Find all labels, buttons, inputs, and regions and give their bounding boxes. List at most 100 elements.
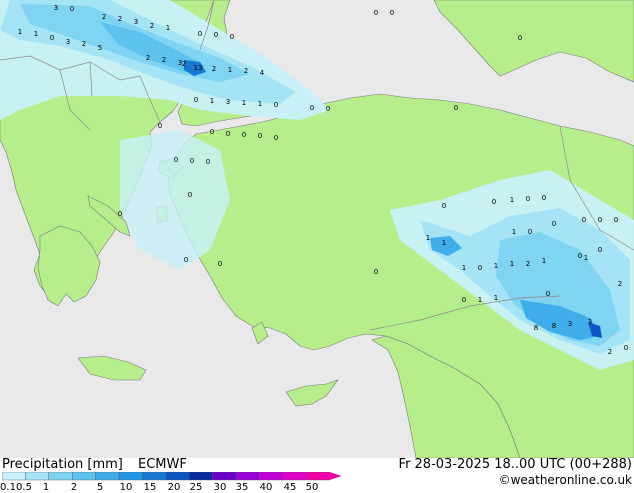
map-value: 0 (198, 30, 202, 38)
map-value: 1 (584, 254, 588, 262)
legend-tick: 20 (167, 482, 181, 493)
map-value: 0 (206, 158, 210, 166)
map-value: 2 (82, 40, 86, 48)
map-value: 1 (494, 294, 498, 302)
map-value: 0 (518, 34, 522, 42)
legend-tick: 1 (42, 482, 50, 493)
map-value: 8 (534, 324, 538, 332)
map-value: 0 (274, 101, 278, 109)
credit: ©weatheronline.co.uk (498, 473, 632, 487)
map-value: 2 (102, 13, 106, 21)
map-value: 0 (218, 260, 222, 268)
map-value: 0 (210, 128, 214, 136)
map-value: 0 (598, 246, 602, 254)
map-value: 0 (390, 9, 394, 17)
map-value: 3 (568, 320, 572, 328)
map-value: 1 (494, 262, 498, 270)
map-value: 1 (478, 296, 482, 304)
map-value: 1 (510, 196, 514, 204)
map-value: 0 (462, 296, 466, 304)
map-value: 0 (546, 290, 550, 298)
map-value: 2 (162, 56, 166, 64)
map-value: 0 (214, 31, 218, 39)
map-value: 4 (260, 69, 265, 77)
map-value: 0 (326, 105, 330, 113)
legend-tick: 30 (213, 482, 227, 493)
map-value: 0 (374, 9, 378, 17)
legend-tick: 50 (305, 482, 319, 493)
valid-time: Fr 28-03-2025 18..00 UTC (00+288) (398, 457, 632, 472)
map-value: 1 (510, 260, 514, 268)
map-value: 2 (182, 60, 186, 68)
legend-tick: 5 (96, 482, 104, 493)
map-value: 0 (578, 252, 582, 260)
map-value: 0 (230, 33, 234, 41)
map-value: 0 (190, 157, 194, 165)
legend-tick-labels: 0.1 0.5 1 2 5 10 15 20 25 30 35 40 45 50 (0, 458, 342, 493)
map-value: 1 (442, 239, 446, 247)
legend-tick: 40 (259, 482, 273, 493)
map-value: 2 (618, 280, 622, 288)
map-value: 0 (374, 268, 378, 276)
map-value: 0 (552, 220, 556, 228)
map-value: 0 (582, 216, 586, 224)
map-value: 0 (274, 134, 278, 142)
map-value: 0 (526, 195, 530, 203)
map-value: 8 (552, 322, 556, 330)
map-value: 2 (526, 260, 530, 268)
legend-tick: 15 (143, 482, 157, 493)
map-value: 3 (54, 4, 58, 12)
map-value: 1 (462, 264, 466, 272)
map-value: 3 (588, 318, 592, 326)
map-value: 13 (194, 64, 203, 72)
map-value: 0 (598, 216, 602, 224)
legend-tick: 45 (283, 482, 297, 493)
map-value: 0 (70, 5, 74, 13)
map-value: 0 (258, 132, 262, 140)
map-value: 5 (98, 44, 102, 52)
map-value: 1 (210, 97, 214, 105)
map-value: 2 (118, 15, 122, 23)
map-value: 0 (184, 256, 188, 264)
map-value: 0 (478, 264, 482, 272)
legend-tick: 25 (189, 482, 203, 493)
legend-tick: 0.1 (0, 482, 16, 493)
map-value: 2 (212, 65, 216, 73)
map-value: 3 (134, 18, 138, 26)
map-value: 0 (118, 210, 122, 218)
map-value: 0 (310, 104, 314, 112)
map-value: 0 (542, 194, 546, 202)
map-value: 0 (50, 34, 54, 42)
map-value: 1 (426, 234, 430, 242)
map-value: 0 (454, 104, 458, 112)
map-value: 1 (242, 99, 246, 107)
map-value: 0 (614, 216, 618, 224)
map-value: 0 (194, 96, 198, 104)
legend-tick: 0.5 (16, 482, 32, 493)
precipitation-map: 3 0 2 2 3 2 1 0 0 0 1 1 0 3 2 5 2 2 3 2 … (0, 0, 634, 458)
map-value: 1 (166, 24, 170, 32)
legend-tick: 35 (235, 482, 249, 493)
legend-tick: 10 (119, 482, 133, 493)
map-value: 0 (158, 122, 162, 130)
map-value: 1 (34, 30, 38, 38)
map-value: 2 (150, 22, 154, 30)
map-value: 1 (512, 228, 516, 236)
map-value: 2 (244, 67, 248, 75)
map-value: 1 (18, 28, 22, 36)
legend-tick: 2 (70, 482, 78, 493)
map-value: 3 (66, 38, 70, 46)
map-value: 0 (442, 202, 446, 210)
map-value: 0 (624, 344, 628, 352)
map-value: 2 (608, 348, 612, 356)
map-value: 2 (146, 54, 150, 62)
map-value: 1 (542, 257, 546, 265)
footer: Precipitation [mm] ECMWF Fr 28-03-2025 1… (0, 457, 634, 493)
map-value: 0 (242, 131, 246, 139)
map-value: 0 (492, 198, 496, 206)
map-value: 0 (226, 130, 230, 138)
map-value: 1 (228, 66, 232, 74)
map-value: 3 (226, 98, 230, 106)
map-value: 0 (174, 156, 178, 164)
map-value: 0 (528, 228, 532, 236)
